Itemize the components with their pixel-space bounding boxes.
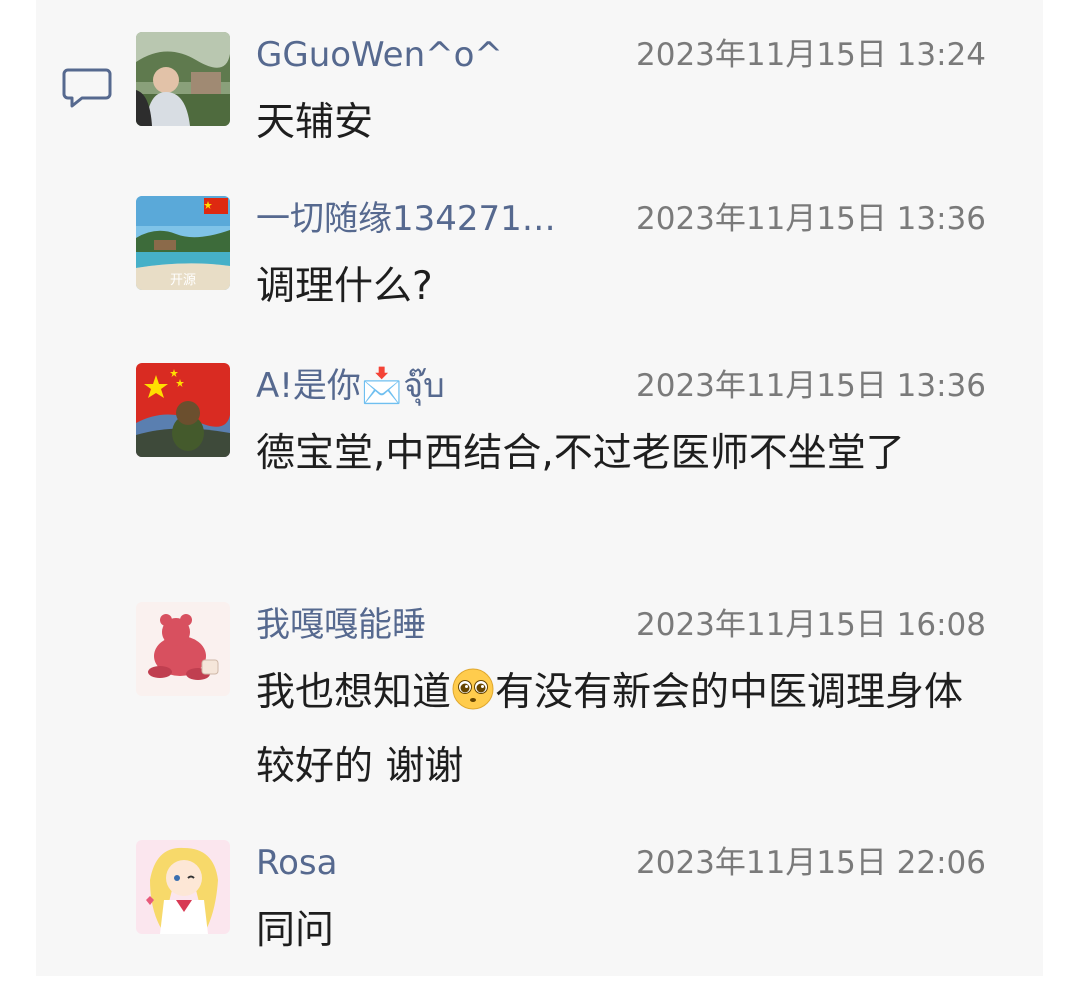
comment-icon[interactable] [62,66,112,110]
comment-item[interactable]: 开源 一切随缘134271… 2023年11月15日 13:36 调理什么? [136,196,986,309]
comment-item[interactable]: A!是你📩จุ๊บ 2023年11月15日 13:36 德宝堂,中西结合,不过老… [136,363,986,553]
avatar-label: 开源 [169,273,196,288]
comment-text: 我也想知道 有没有新会的中医调理身体较好的 谢谢 [256,656,986,804]
pleading-face-icon [452,668,494,710]
comment-author[interactable]: 我嘎嘎能睡 [256,602,586,648]
comment-timestamp: 2023年11月15日 13:36 [636,368,986,404]
comment-author[interactable]: 一切随缘134271… [256,196,586,242]
avatar[interactable] [136,840,230,934]
comment-timestamp: 2023年11月15日 13:24 [636,37,986,73]
comment-text: 同问 [256,908,335,953]
comment-item[interactable]: GGuoWen^o^ 2023年11月15日 13:24 天辅安 [136,32,986,145]
avatar[interactable] [136,32,230,126]
comment-text-part: 我也想知道 [256,670,452,715]
comment-text: 调理什么? [256,264,433,309]
comment-author[interactable]: A!是你📩จุ๊บ [256,363,586,409]
comment-item[interactable]: Rosa 2023年11月15日 22:06 同问 [136,840,986,953]
comment-item[interactable]: 我嘎嘎能睡 2023年11月15日 16:08 我也想知道 有没有新会的中医调理… [136,602,986,792]
avatar[interactable] [136,602,230,696]
comment-author[interactable]: GGuoWen^o^ [256,32,586,78]
comment-author[interactable]: Rosa [256,840,586,886]
comment-timestamp: 2023年11月15日 16:08 [636,607,986,643]
comment-timestamp: 2023年11月15日 22:06 [636,845,986,881]
avatar[interactable]: 开源 [136,196,230,290]
comment-text: 天辅安 [256,100,374,145]
comment-timestamp: 2023年11月15日 13:36 [636,201,986,237]
avatar[interactable] [136,363,230,457]
comment-text: 德宝堂,中西结合,不过老医师不坐堂了 [256,431,905,476]
